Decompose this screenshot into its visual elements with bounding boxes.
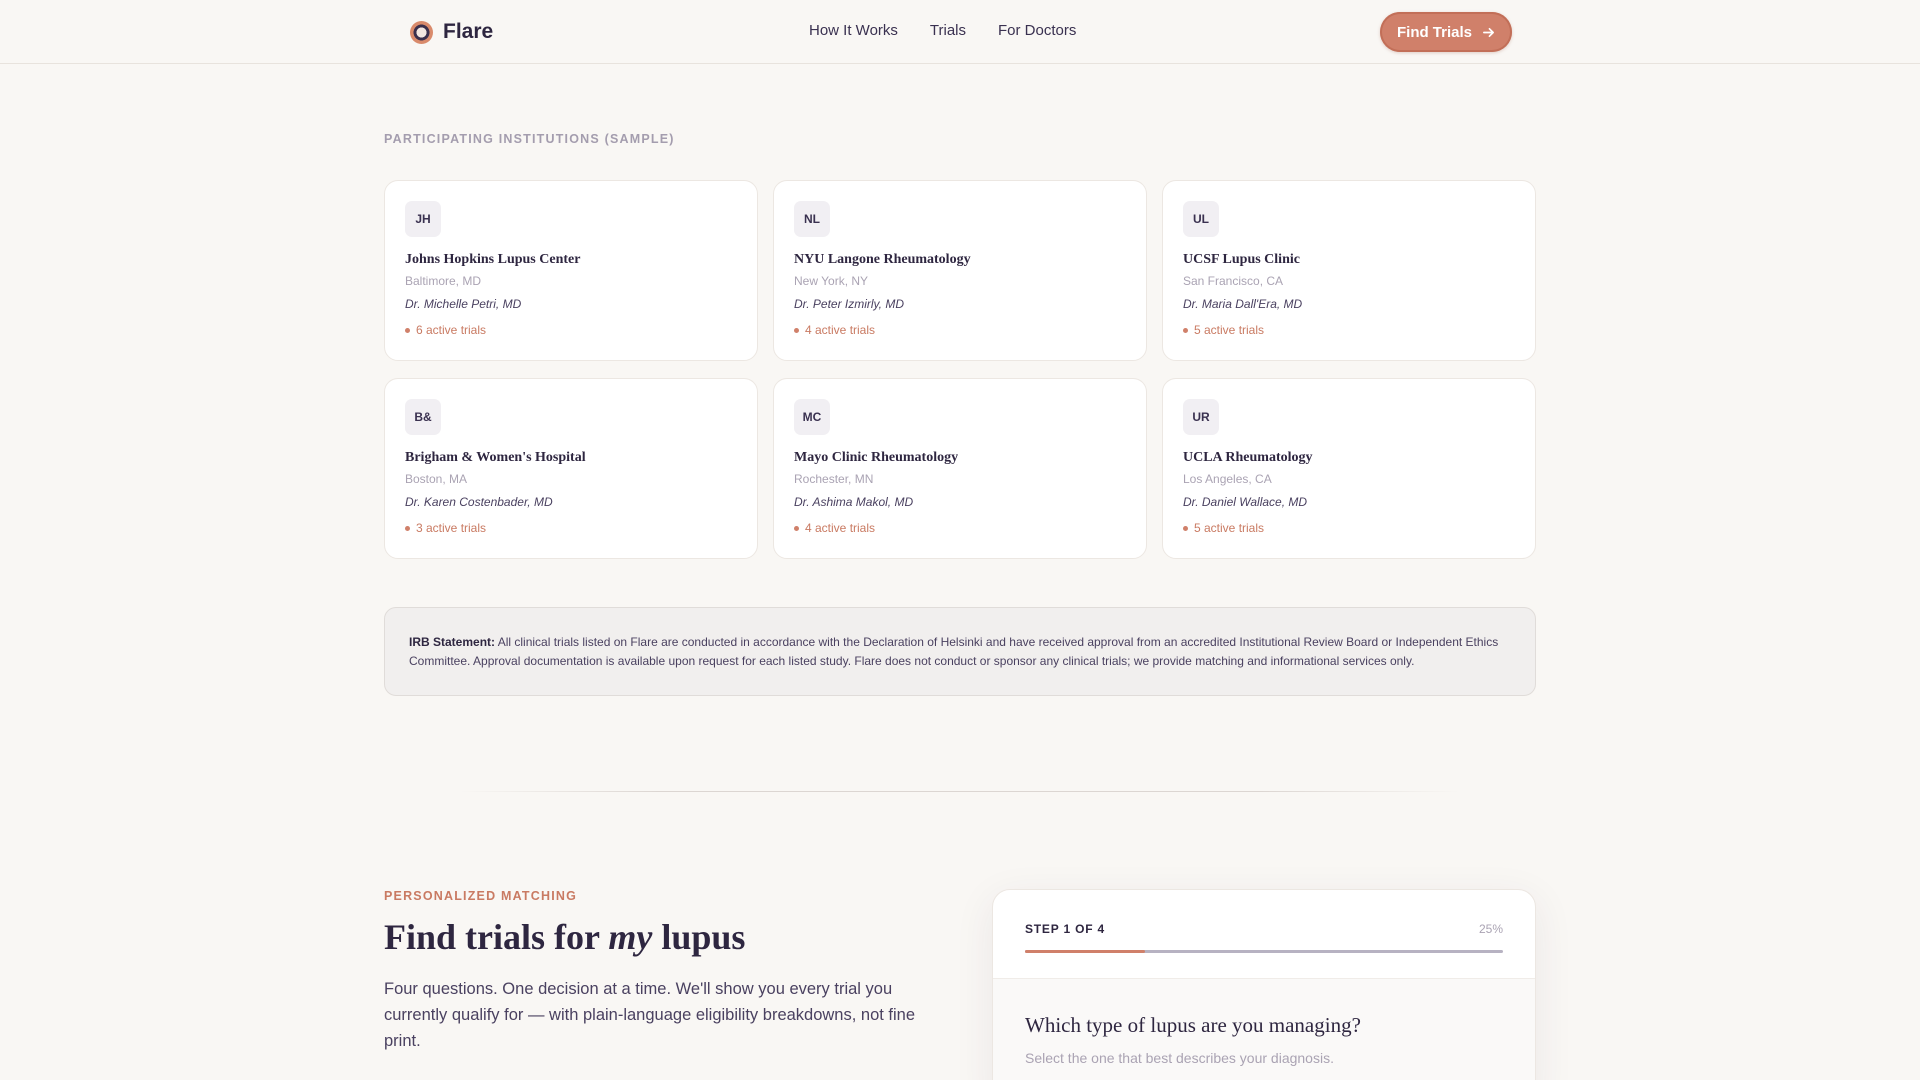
title-part: Find trials for [384,917,609,957]
institution-location: New York, NY [794,274,869,288]
institution-name: NYU Langone Rheumatology [794,252,971,267]
active-trials-count: 5 active trials [1183,323,1515,337]
title-part: lupus [652,917,746,957]
active-trials-count: 6 active trials [405,323,737,337]
brand[interactable]: Flare [410,20,493,44]
institutions-grid: JH Johns Hopkins Lupus Center Baltimore,… [384,180,1536,559]
progress-percent: 25% [1478,922,1503,936]
section-divider [460,791,1460,792]
status-dot-icon [1183,327,1188,333]
flare-logo-icon [410,20,433,44]
nav-how-it-works[interactable]: How It Works [809,22,898,39]
matching-lead-text: Four questions. One decision at a time. … [384,980,916,1050]
institution-card[interactable]: JH Johns Hopkins Lupus Center Baltimore,… [384,180,758,361]
institution-initials-badge: JH [405,201,441,237]
institution-initials-badge: UL [1183,201,1219,237]
matching-quiz-card: STEP 1 OF 4 25% Which type of lupus are … [992,889,1536,1080]
institution-card[interactable]: UL UCSF Lupus Clinic San Francisco, CA D… [1162,180,1536,361]
nav-trials[interactable]: Trials [930,22,966,39]
status-dot-icon [794,327,799,333]
institution-location: Boston, MA [405,472,468,486]
progress-bar [1025,950,1503,953]
institution-card[interactable]: MC Mayo Clinic Rheumatology Rochester, M… [773,378,1147,559]
quiz-question: Which type of lupus are you managing? [1025,1013,1361,1037]
institution-doctor: Dr. Ashima Makol, MD [794,495,914,509]
active-trials-label: 5 active trials [1194,323,1265,337]
active-trials-label: 3 active trials [416,521,487,535]
institution-name: Brigham & Women's Hospital [405,450,586,465]
institution-card[interactable]: NL NYU Langone Rheumatology New York, NY… [773,180,1147,361]
status-dot-icon [1183,525,1188,531]
institution-location: Los Angeles, CA [1183,472,1272,486]
quiz-question-hint: Select the one that best describes your … [1025,1050,1334,1066]
title-emphasis: my [608,917,653,957]
institution-location: San Francisco, CA [1183,274,1284,288]
active-trials-label: 6 active trials [416,323,487,337]
institution-name: UCSF Lupus Clinic [1183,252,1300,267]
status-dot-icon [405,327,410,333]
main-nav: How It Works Trials For Doctors [809,22,1076,39]
active-trials-count: 3 active trials [405,521,737,535]
nav-for-doctors[interactable]: For Doctors [998,22,1076,39]
institution-initials-badge: MC [794,399,830,435]
top-header: Flare How It Works Trials For Doctors Fi… [0,0,1920,64]
active-trials-label: 4 active trials [805,323,876,337]
arrow-right-icon [1483,27,1494,37]
irb-statement: IRB Statement: All clinical trials liste… [384,607,1536,696]
institution-location: Baltimore, MD [405,274,482,288]
active-trials-count: 4 active trials [794,323,1126,337]
status-dot-icon [794,525,799,531]
brand-name: Flare [443,20,494,43]
institution-doctor: Dr. Peter Izmirly, MD [794,297,904,311]
active-trials-label: 4 active trials [805,521,876,535]
institution-name: Mayo Clinic Rheumatology [794,450,959,465]
institution-name: Johns Hopkins Lupus Center [405,252,581,267]
institution-location: Rochester, MN [794,472,874,486]
quiz-progress-header: STEP 1 OF 4 25% [993,890,1535,978]
institution-card[interactable]: B& Brigham & Women's Hospital Boston, MA… [384,378,758,559]
quiz-question-area: Which type of lupus are you managing? Se… [993,978,1535,1080]
active-trials-count: 4 active trials [794,521,1126,535]
active-trials-count: 5 active trials [1183,521,1515,535]
institution-doctor: Dr. Maria Dall'Era, MD [1183,297,1303,311]
institution-doctor: Dr. Michelle Petri, MD [405,297,522,311]
irb-heading: IRB Statement: [409,635,496,649]
status-dot-icon [405,525,410,531]
find-trials-button[interactable]: Find Trials [1380,12,1512,52]
institution-initials-badge: B& [405,399,441,435]
institution-card[interactable]: UR UCLA Rheumatology Los Angeles, CA Dr.… [1162,378,1536,559]
institution-name: UCLA Rheumatology [1183,450,1313,465]
active-trials-label: 5 active trials [1194,521,1265,535]
matching-eyebrow: PERSONALIZED MATCHING [384,889,578,903]
institution-doctor: Dr. Daniel Wallace, MD [1183,495,1308,509]
progress-bar-fill [1025,950,1145,953]
institution-doctor: Dr. Karen Costenbader, MD [405,495,553,509]
matching-title: Find trials for my lupus [384,916,745,958]
irb-text: All clinical trials listed on Flare are … [409,635,1499,668]
find-trials-label: Find Trials [1396,23,1472,41]
institution-initials-badge: UR [1183,399,1219,435]
institution-initials-badge: NL [794,201,830,237]
institutions-section-label: PARTICIPATING INSTITUTIONS (SAMPLE) [384,132,675,146]
step-indicator: STEP 1 OF 4 [1025,922,1105,936]
